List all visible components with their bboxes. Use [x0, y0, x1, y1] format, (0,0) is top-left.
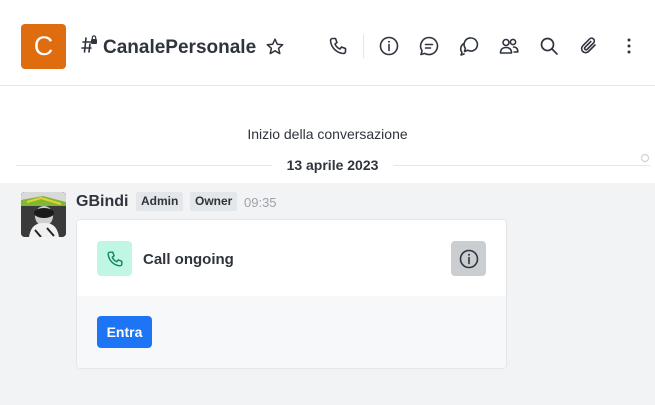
discussion-icon[interactable] [418, 35, 440, 57]
call-info-button[interactable] [451, 241, 486, 276]
conversation-start-label: Inizio della conversazione [247, 126, 408, 142]
private-channel-icon [81, 35, 97, 53]
role-badge-admin: Admin [136, 192, 184, 211]
room-avatar[interactable]: C [21, 24, 66, 69]
avatar[interactable] [21, 192, 66, 237]
room-header: C CanalePersonale [0, 0, 655, 86]
phone-icon[interactable] [327, 35, 349, 57]
date-divider-line-right [393, 165, 650, 166]
message-username[interactable]: GBindi [76, 192, 128, 212]
message-timestamp: 09:35 [244, 195, 277, 210]
star-icon[interactable] [265, 37, 285, 57]
call-status-icon [97, 241, 132, 276]
call-title: Call ongoing [143, 251, 234, 268]
room-title[interactable]: CanalePersonale [103, 36, 256, 60]
info-icon[interactable] [378, 35, 400, 57]
kebab-menu-icon[interactable] [618, 35, 640, 57]
members-icon[interactable] [498, 35, 520, 57]
role-badge-owner: Owner [190, 192, 238, 211]
threads-icon[interactable] [458, 35, 480, 57]
search-icon[interactable] [538, 35, 560, 57]
phone-icon [106, 250, 123, 267]
info-icon [459, 249, 478, 268]
toolbar-divider [363, 34, 364, 58]
call-card: Call ongoing Entra [76, 219, 507, 369]
attachment-icon[interactable] [578, 35, 600, 57]
join-call-button[interactable]: Entra [97, 316, 152, 348]
scroll-indicator[interactable] [641, 154, 649, 162]
